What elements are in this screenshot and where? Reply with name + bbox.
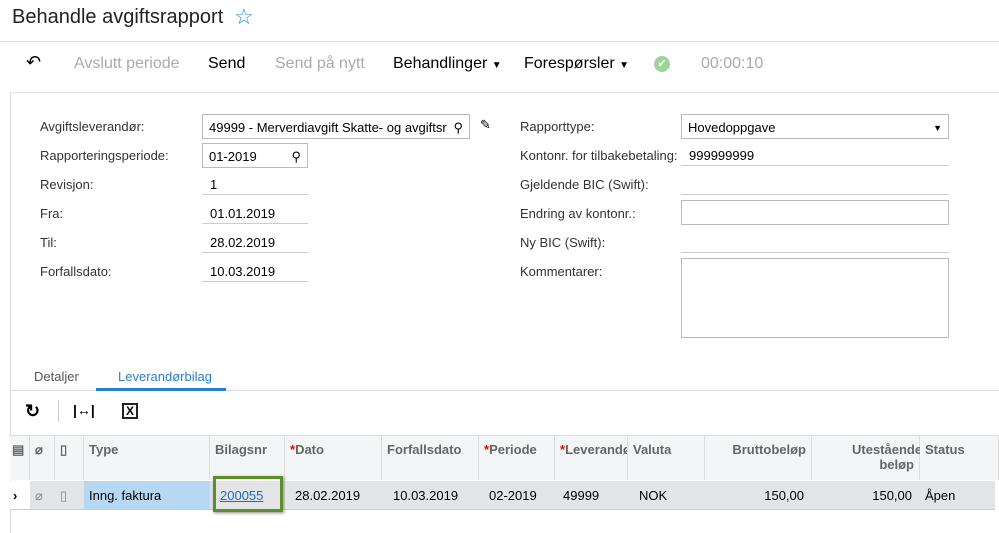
til-value: 28.02.2019 (202, 229, 308, 253)
timer: 00:00:10 (701, 55, 764, 72)
col-periode[interactable]: *Periode (479, 436, 555, 480)
forfall-label: Forfallsdato: (40, 264, 112, 279)
favorite-star-icon[interactable]: ☆ (234, 4, 254, 30)
row-expand-chevron-icon[interactable]: › (10, 481, 30, 510)
kontonr-label: Kontonr. for tilbakebetaling: (520, 148, 678, 163)
col-valuta[interactable]: Valuta (628, 436, 705, 480)
divider (58, 400, 59, 422)
periode-label: Rapporteringsperiode: (40, 148, 169, 163)
foresporsler-menu[interactable]: Forespørsler ▼ (524, 55, 629, 73)
rapporttype-label: Rapporttype: (520, 119, 595, 134)
col-dato[interactable]: *Dato (285, 436, 382, 480)
divider (0, 41, 999, 42)
periode-value: 01-2019 (209, 149, 257, 164)
col-periode-label: Periode (489, 442, 537, 457)
nybic-label: Ny BIC (Swift): (520, 235, 606, 250)
rapporttype-select[interactable]: Hovedoppgave ▼ (681, 114, 949, 139)
col-status[interactable]: Status (920, 436, 999, 480)
revisjon-value: 1 (202, 171, 308, 195)
refresh-icon[interactable]: ↻ (25, 401, 40, 422)
search-icon[interactable]: ⚲ (291, 149, 301, 165)
fra-label: Fra: (40, 206, 64, 221)
export-excel-icon[interactable]: X (122, 403, 138, 419)
check-circle-icon: ✔ (654, 56, 670, 72)
cell-periode[interactable]: 02-2019 (479, 481, 555, 510)
col-type[interactable]: Type (84, 436, 210, 480)
caret-down-icon: ▼ (933, 123, 942, 133)
behandlinger-label: Behandlinger (393, 55, 488, 72)
behandlinger-menu[interactable]: Behandlinger ▼ (393, 55, 502, 73)
nybic-value (681, 229, 949, 253)
col-utestaende[interactable]: Utestående beløp (812, 436, 922, 480)
note-header-icon: ▯ (55, 436, 84, 480)
active-tab-indicator (96, 388, 226, 391)
cell-bruttobelop[interactable]: 150,00 (705, 481, 812, 510)
kommentarer-label: Kommentarer: (520, 264, 603, 279)
avslutt-periode-button[interactable]: Avslutt periode (74, 55, 180, 73)
col-bilagsnr[interactable]: Bilagsnr (210, 436, 285, 480)
page-title: Behandle avgiftsrapport (12, 6, 224, 28)
cell-type[interactable]: Inng. faktura (84, 481, 210, 510)
col-leverandor[interactable]: *Leverandør (555, 436, 628, 480)
caret-down-icon: ▼ (619, 60, 630, 71)
endring-label: Endring av kontonr.: (520, 206, 636, 221)
bic-value (681, 171, 949, 195)
tab-detaljer[interactable]: Detaljer (34, 369, 79, 384)
col-forfallsdato[interactable]: Forfallsdato (382, 436, 479, 480)
col-bruttobelop[interactable]: Bruttobeløp (705, 436, 812, 480)
edit-pencil-icon[interactable]: ✎ (480, 117, 491, 133)
attachment-icon[interactable]: ⌀ (30, 481, 55, 510)
foresporsler-label: Forespørsler (524, 55, 615, 72)
attachment-header-icon: ⌀ (30, 436, 55, 480)
cell-valuta[interactable]: NOK (628, 481, 705, 510)
cell-utestaende[interactable]: 150,00 (812, 481, 920, 510)
fit-columns-icon[interactable]: |↔| (73, 402, 95, 418)
avgiftsleverandor-input[interactable]: 49999 - Merverdiavgift Skatte- og avgift… (202, 114, 470, 139)
highlight-box (213, 476, 283, 512)
fra-value: 01.01.2019 (202, 200, 308, 224)
send-button[interactable]: Send (208, 55, 245, 73)
bic-label: Gjeldende BIC (Swift): (520, 177, 649, 192)
cell-status[interactable]: Åpen (920, 481, 995, 510)
avgiftsleverandor-value: 49999 - Merverdiavgift Skatte- og avgift… (209, 120, 447, 135)
undo-icon[interactable]: ↶ (26, 52, 41, 73)
revisjon-label: Revisjon: (40, 177, 94, 192)
note-icon[interactable]: ▯ (55, 481, 84, 510)
cell-leverandor[interactable]: 49999 (555, 481, 628, 510)
avgiftsleverandor-label: Avgiftsleverandør: (40, 119, 145, 134)
cell-dato[interactable]: 28.02.2019 (285, 481, 382, 510)
caret-down-icon: ▼ (491, 60, 502, 71)
col-dato-label: Dato (295, 442, 324, 457)
send-paa-nytt-button[interactable]: Send på nytt (275, 55, 365, 73)
tab-leverandorbilag[interactable]: Leverandørbilag (118, 369, 212, 384)
row-selector-header-icon: ▤ (10, 436, 30, 480)
cell-forfallsdato[interactable]: 10.03.2019 (382, 481, 479, 510)
til-label: Til: (40, 235, 57, 250)
search-icon[interactable]: ⚲ (453, 120, 463, 136)
periode-input[interactable]: 01-2019 ⚲ (202, 143, 308, 168)
kommentarer-textarea[interactable] (681, 258, 949, 338)
forfall-value: 10.03.2019 (202, 258, 308, 282)
rapporttype-value: Hovedoppgave (688, 120, 776, 135)
col-leverandor-label: Leverandør (565, 442, 627, 457)
kontonr-value: 999999999 (681, 142, 949, 166)
endring-input[interactable] (681, 200, 949, 225)
